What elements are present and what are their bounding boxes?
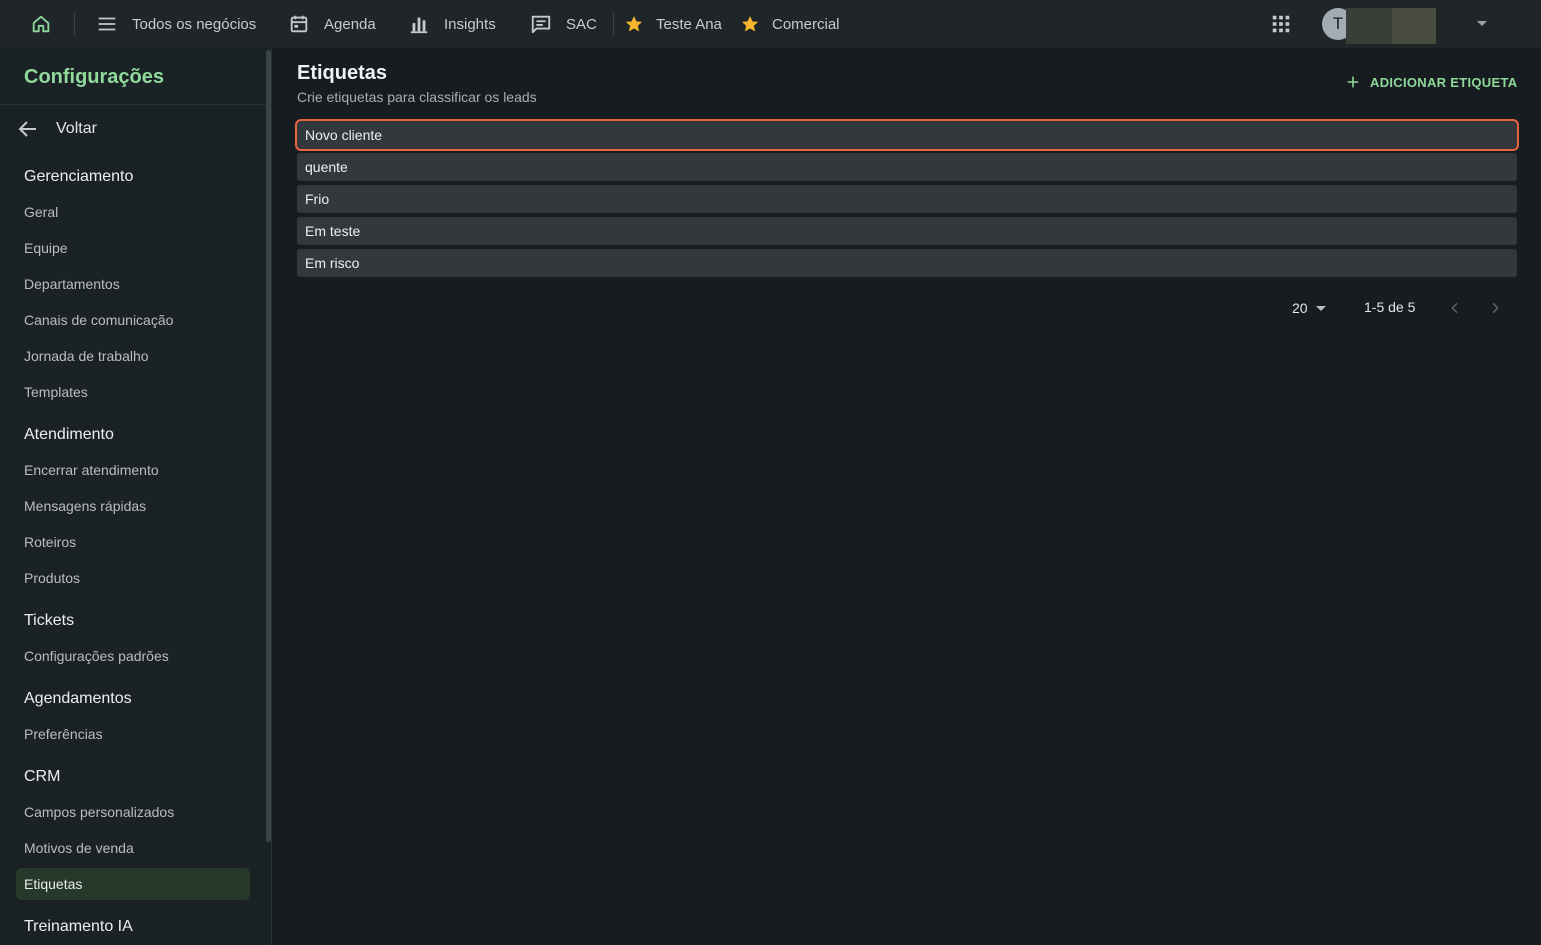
tag-row[interactable]: Em teste xyxy=(297,217,1517,245)
nav-agenda[interactable]: Agenda xyxy=(288,0,376,48)
tag-row[interactable]: Frio xyxy=(297,185,1517,213)
previous-page-button[interactable] xyxy=(1445,298,1465,318)
sidebar-item-campos[interactable]: Campos personalizados xyxy=(16,796,250,828)
redacted-user-name xyxy=(1346,8,1392,44)
sidebar-item-jornada[interactable]: Jornada de trabalho xyxy=(16,340,250,372)
topbar-divider xyxy=(613,12,614,36)
favorite-comercial[interactable]: Comercial xyxy=(740,0,840,48)
arrow-left-icon xyxy=(18,121,36,137)
calendar-icon xyxy=(290,15,308,33)
sidebar-item-roteiros[interactable]: Roteiros xyxy=(16,526,250,558)
page-size-select[interactable]: 20 xyxy=(1292,298,1326,318)
sidebar-item-geral[interactable]: Geral xyxy=(16,196,250,228)
tag-row[interactable]: quente xyxy=(297,153,1517,181)
sidebar-item-etiquetas[interactable]: Etiquetas xyxy=(16,868,250,900)
sidebar-item-preferencias[interactable]: Preferências xyxy=(16,718,250,750)
chevron-left-icon xyxy=(1451,302,1458,314)
bar-chart-icon xyxy=(410,17,428,34)
nav-label: Todos os negócios xyxy=(132,15,257,33)
nav-label: SAC xyxy=(566,15,597,33)
sidebar-divider xyxy=(0,104,266,105)
sidebar-item-templates[interactable]: Templates xyxy=(16,376,250,408)
star-icon xyxy=(741,16,759,32)
main-content: Etiquetas Crie etiquetas para classifica… xyxy=(273,48,1541,945)
settings-sidebar: Configurações Voltar Gerenciamento Geral… xyxy=(0,48,272,945)
nav-sac[interactable]: SAC xyxy=(530,0,597,48)
star-icon xyxy=(625,16,643,32)
sidebar-item-produtos[interactable]: Produtos xyxy=(16,562,250,594)
nav-todos-negocios[interactable]: Todos os negócios xyxy=(96,0,256,48)
add-tag-button[interactable]: ADICIONAR ETIQUETA xyxy=(1345,72,1517,92)
sidebar-item-motivos[interactable]: Motivos de venda xyxy=(16,832,250,864)
sidebar-item-encerrar[interactable]: Encerrar atendimento xyxy=(16,454,250,486)
apps-grid-icon xyxy=(1272,15,1290,33)
plus-icon xyxy=(1347,76,1359,88)
section-treinamento-ia: Treinamento IA xyxy=(24,918,133,935)
topbar-divider xyxy=(74,12,75,36)
nav-label: Agenda xyxy=(324,15,376,33)
page-size-value: 20 xyxy=(1292,300,1308,316)
home-button[interactable] xyxy=(28,12,54,36)
sidebar-title: Configurações xyxy=(24,66,165,88)
section-atendimento: Atendimento xyxy=(24,426,114,443)
pagination-range: 1-5 de 5 xyxy=(1364,299,1416,315)
menu-icon xyxy=(98,17,116,31)
tag-row[interactable]: Em risco xyxy=(297,249,1517,277)
nav-label: Insights xyxy=(444,15,496,33)
section-tickets: Tickets xyxy=(24,612,75,629)
sidebar-item-canais[interactable]: Canais de comunicação xyxy=(16,304,250,336)
account-dropdown-icon[interactable] xyxy=(1477,21,1487,26)
favorite-label: Teste Ana xyxy=(656,15,722,33)
section-crm: CRM xyxy=(24,768,61,785)
chat-icon xyxy=(531,15,551,34)
sidebar-item-mensagens[interactable]: Mensagens rápidas xyxy=(16,490,250,522)
back-button[interactable]: Voltar xyxy=(16,116,252,142)
sidebar-item-equipe[interactable]: Equipe xyxy=(16,232,250,264)
top-navigation-bar: Todos os negócios Agenda Insights SAC Te… xyxy=(0,0,1541,48)
favorite-teste-ana[interactable]: Teste Ana xyxy=(624,0,722,48)
sidebar-scrollbar[interactable] xyxy=(266,50,271,842)
section-agendamentos: Agendamentos xyxy=(24,690,132,707)
chevron-down-icon xyxy=(1315,305,1326,311)
add-tag-label: ADICIONAR ETIQUETA xyxy=(1370,74,1518,90)
favorite-label: Comercial xyxy=(772,15,840,33)
home-icon xyxy=(32,15,50,33)
page-subtitle: Crie etiquetas para classificar os leads xyxy=(297,89,537,105)
chevron-right-icon xyxy=(1492,302,1499,314)
nav-insights[interactable]: Insights xyxy=(408,0,496,48)
section-gerenciamento: Gerenciamento xyxy=(24,168,134,185)
back-label: Voltar xyxy=(56,120,97,137)
avatar-initial: T xyxy=(1332,14,1344,33)
redacted-user-name xyxy=(1392,8,1436,44)
apps-grid-button[interactable] xyxy=(1270,13,1292,35)
tag-row[interactable]: Novo cliente xyxy=(295,119,1519,151)
page-title: Etiquetas xyxy=(297,62,388,84)
sidebar-item-departamentos[interactable]: Departamentos xyxy=(16,268,250,300)
next-page-button[interactable] xyxy=(1485,298,1505,318)
sidebar-item-config-padroes[interactable]: Configurações padrões xyxy=(16,640,250,672)
